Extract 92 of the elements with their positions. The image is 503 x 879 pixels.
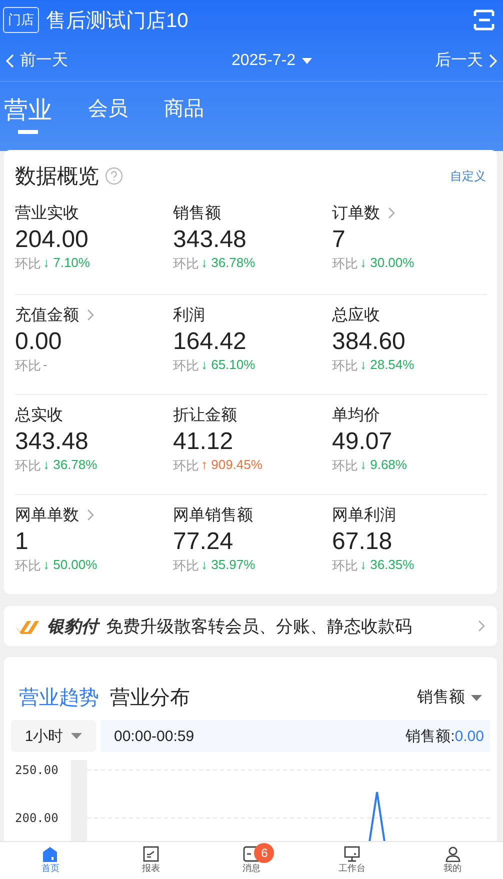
change-label: 环比 <box>15 557 41 575</box>
nav-item[interactable]: 6 消息 <box>201 842 302 879</box>
nav-item[interactable]: 报表 <box>100 842 202 879</box>
chart-line <box>368 791 386 841</box>
interval-dropdown[interactable]: 1小时 <box>11 720 96 752</box>
change-value: ↓ 36.78% <box>201 255 256 272</box>
caret-icon <box>471 694 482 700</box>
metric-label: 网单利润 <box>332 506 396 526</box>
change-value: ↓ 50.00% <box>43 557 98 574</box>
change-label: 环比 <box>173 357 199 375</box>
metric-value: 77.24 <box>173 527 234 557</box>
message-icon <box>243 846 260 862</box>
report-icon <box>142 846 159 862</box>
badge: 6 <box>254 843 274 863</box>
time-range: 00:00-00:59 <box>114 728 194 744</box>
metric-value: 164.42 <box>173 327 248 357</box>
change-label: 环比 <box>332 557 358 575</box>
nav-item[interactable]: 首页 <box>0 842 101 879</box>
change-label: 环比 <box>332 457 358 475</box>
change-label: 环比 <box>173 557 199 575</box>
change-value: ↓ 30.00% <box>360 255 414 272</box>
metric-value: 7 <box>332 225 346 255</box>
menu-icon[interactable] <box>473 8 495 32</box>
home-icon <box>42 846 58 862</box>
metric-label: 利润 <box>173 306 205 326</box>
change-label: 环比 <box>332 255 358 273</box>
profile-icon <box>444 846 461 862</box>
previous-day-link[interactable]: 前一天 <box>6 50 68 71</box>
promo-text: 免费升级散客转会员、分账、静态收款码 <box>106 616 412 638</box>
workbench-icon <box>344 846 360 862</box>
chevron-right-icon <box>488 54 497 68</box>
metric-label: 总应收 <box>332 306 380 326</box>
axis-label: 250.00 <box>15 762 58 778</box>
metric-value: 343.48 <box>173 225 248 255</box>
metric-value: 41.12 <box>173 427 234 457</box>
metric-label: 折让金额 <box>173 406 237 426</box>
brand-name: 银豹付 <box>47 614 98 638</box>
change-value: ↓ 36.78% <box>43 457 98 474</box>
caret-icon <box>71 733 82 739</box>
date-picker[interactable]: 2025-7-2 <box>231 52 312 70</box>
chevron-right-icon[interactable] <box>87 309 94 321</box>
nav-item[interactable]: 我的 <box>402 842 503 879</box>
change-value: ↓ 7.10% <box>43 255 90 272</box>
metric-label[interactable]: 订单数 <box>332 202 380 224</box>
change-value: - <box>43 357 48 374</box>
change-value: ↓ 35.97% <box>201 557 256 574</box>
metric-label[interactable]: 充值金额 <box>15 304 79 326</box>
metric-dropdown[interactable]: 销售额 <box>417 687 482 708</box>
metric-label: 销售额 <box>173 204 221 224</box>
store-tag: 门店 <box>3 7 39 33</box>
metric-label[interactable]: 网单单数 <box>15 504 79 526</box>
reading-value: 0.00 <box>454 728 484 744</box>
customize-link[interactable]: 自定义 <box>450 168 486 184</box>
change-value: ↓ 65.10% <box>201 357 256 374</box>
metric-value: 67.18 <box>332 527 394 557</box>
change-value: ↓ 9.68% <box>360 457 407 474</box>
change-label: 环比 <box>15 357 41 375</box>
metric-value: 1 <box>15 527 30 557</box>
tab[interactable]: 营业趋势 <box>19 684 99 711</box>
metric-label: 网单销售额 <box>173 506 253 526</box>
metric-value: 0.00 <box>15 327 63 357</box>
change-label: 环比 <box>15 457 41 475</box>
nav-item[interactable]: 工作台 <box>302 842 402 879</box>
chevron-right-icon[interactable] <box>388 207 395 219</box>
tab[interactable]: 会员 <box>88 95 128 138</box>
chevron-right-icon <box>478 620 485 632</box>
store-name[interactable]: 售后测试门店10 <box>46 6 188 34</box>
change-label: 环比 <box>15 255 41 273</box>
metric-label: 单均价 <box>332 406 380 426</box>
change-label: 环比 <box>173 255 199 273</box>
change-value: ↓ 36.35% <box>360 557 414 574</box>
metric-value: 49.07 <box>332 427 394 457</box>
next-day-link[interactable]: 后一天 <box>434 50 497 71</box>
change-value: ↑ 909.45% <box>201 457 262 474</box>
promo-banner[interactable]: 银豹付 免费升级散客转会员、分账、静态收款码 <box>4 606 497 646</box>
chevron-left-icon <box>6 54 14 68</box>
tab[interactable]: 营业分布 <box>110 684 190 711</box>
change-label: 环比 <box>332 357 358 375</box>
tab[interactable]: 商品 <box>164 95 204 138</box>
metric-value: 343.48 <box>15 427 90 457</box>
card-title: 数据概览 <box>15 164 99 190</box>
reading-label: 销售额: <box>406 726 455 746</box>
axis-label: 200.00 <box>15 810 58 826</box>
caret-icon <box>302 58 312 64</box>
chevron-right-icon[interactable] <box>87 509 94 521</box>
help-icon[interactable] <box>105 167 123 185</box>
change-label: 环比 <box>173 457 199 475</box>
metric-label: 总实收 <box>15 406 63 426</box>
metric-value: 204.00 <box>15 225 90 255</box>
metric-value: 384.60 <box>332 327 406 357</box>
change-value: ↓ 28.54% <box>360 357 414 374</box>
metric-label: 营业实收 <box>15 204 79 224</box>
